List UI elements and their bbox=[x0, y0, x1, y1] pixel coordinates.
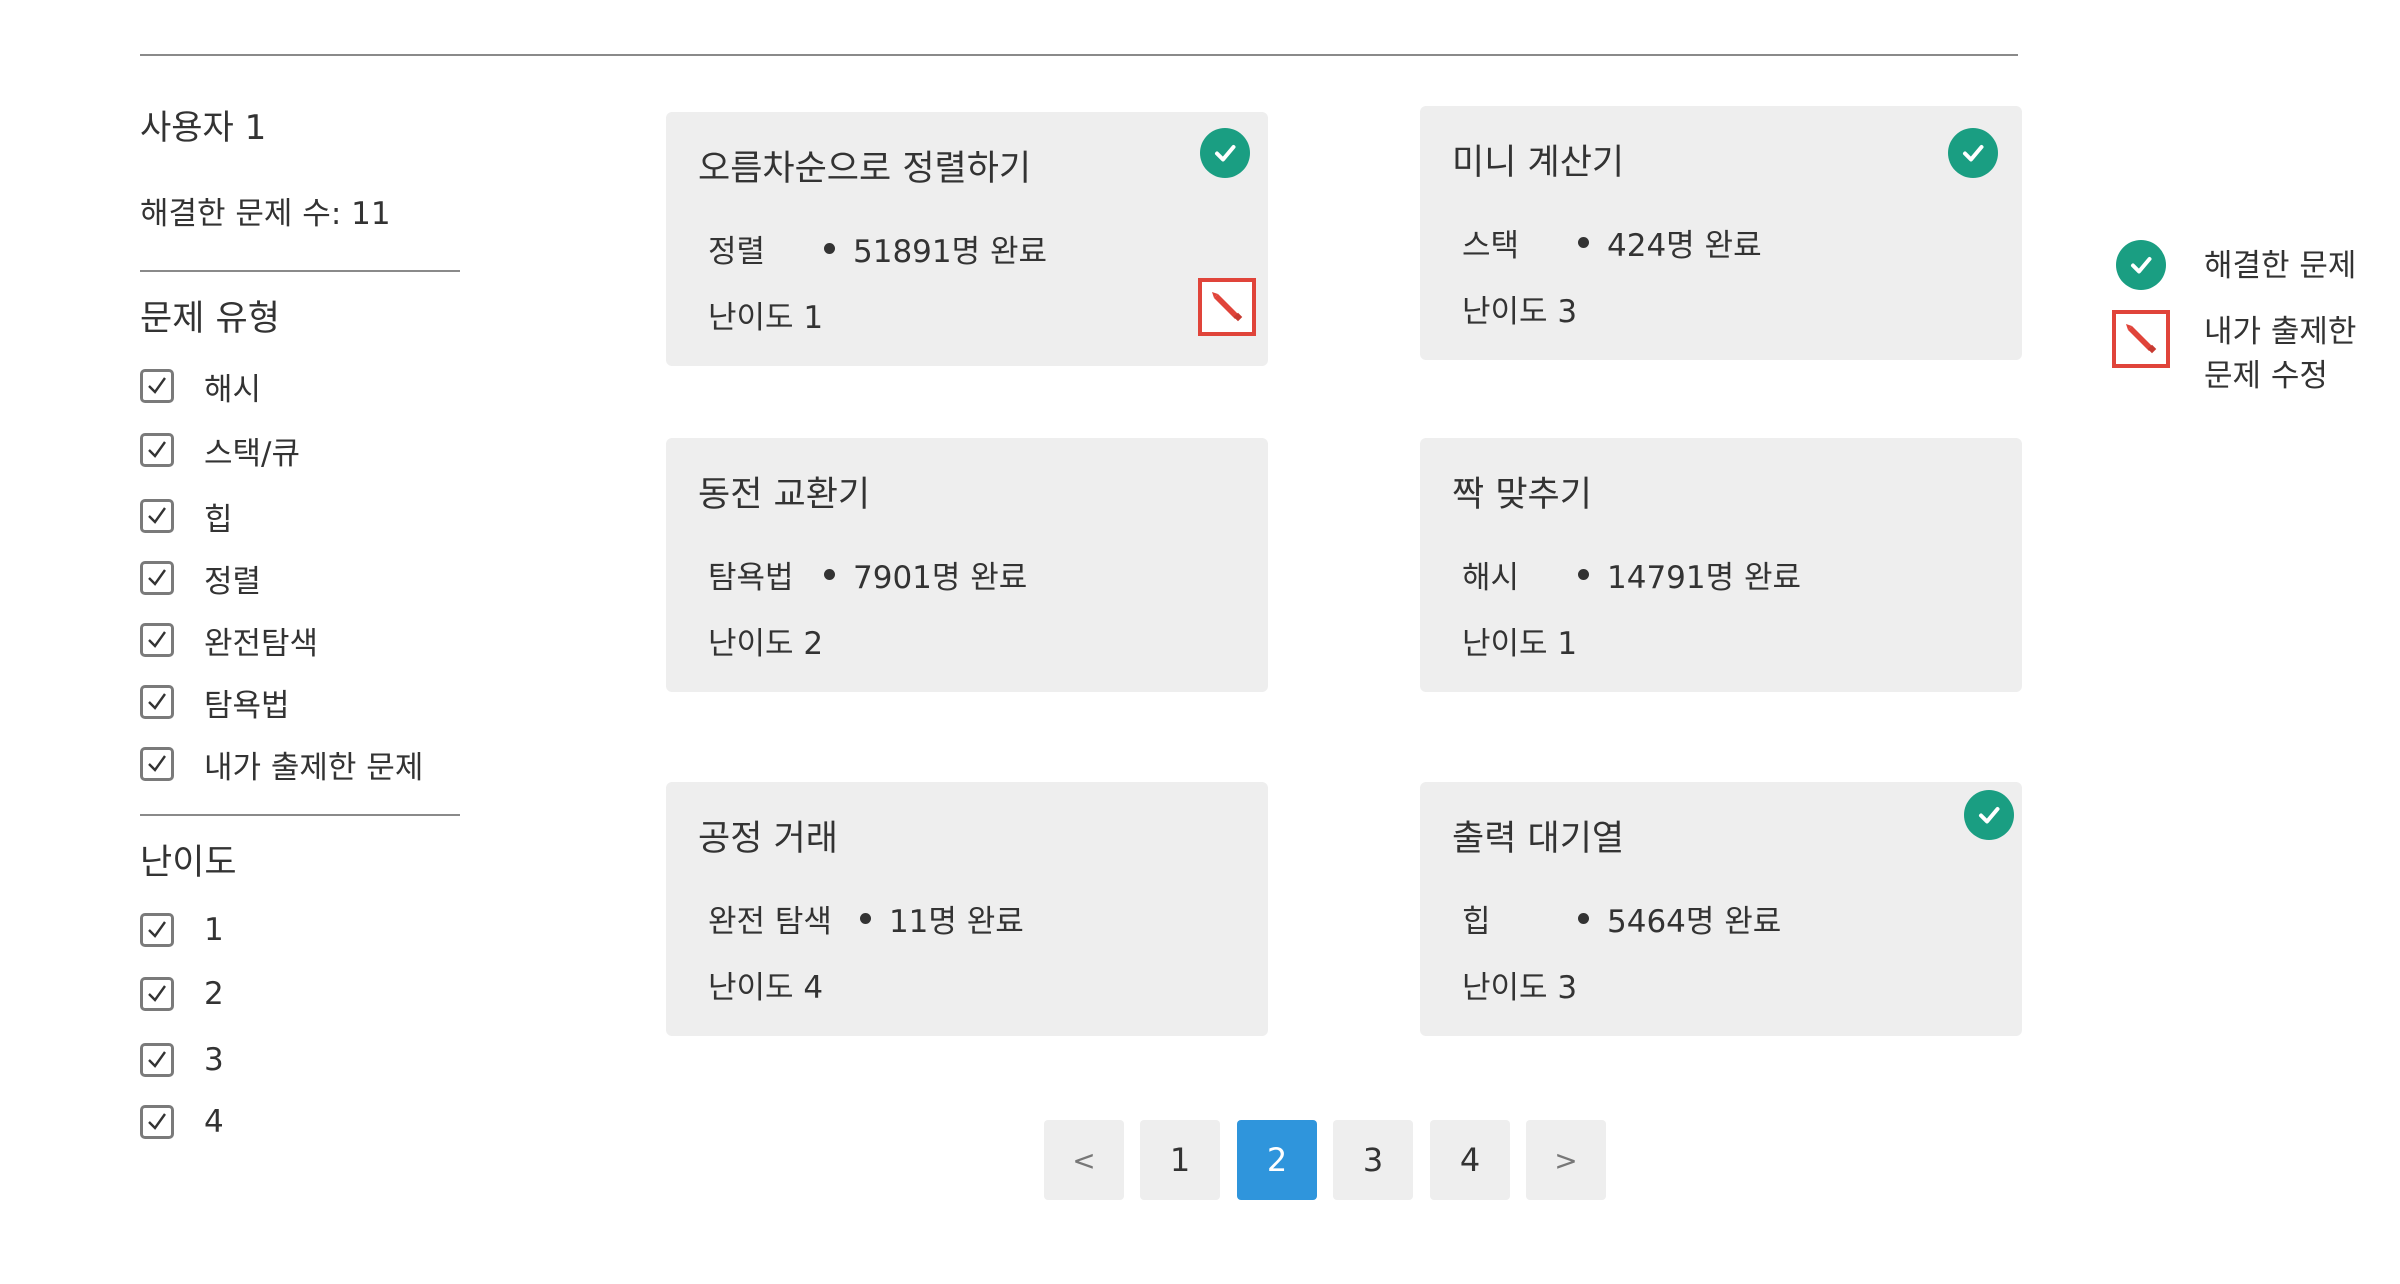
problem-type: 탐욕법 bbox=[708, 560, 794, 596]
checkbox-checked-icon[interactable] bbox=[140, 369, 174, 403]
completed-count: 424명 완료 bbox=[1607, 228, 1762, 264]
problem-type-title: 문제 유형 bbox=[140, 299, 280, 339]
filter-type-my-problems[interactable]: 내가 출제한 문제 bbox=[140, 744, 424, 786]
problem-type: 스택 bbox=[1462, 228, 1520, 264]
checkbox-checked-icon[interactable] bbox=[140, 1105, 174, 1139]
checkbox-checked-icon[interactable] bbox=[140, 499, 174, 533]
filter-type-brute-force[interactable]: 완전탐색 bbox=[140, 620, 319, 662]
filter-label: 스택/큐 bbox=[204, 435, 301, 472]
problem-card[interactable]: 공정 거래 완전 탐색 11명 완료 난이도 4 bbox=[666, 782, 1268, 1036]
problem-type: 힙 bbox=[1462, 904, 1491, 940]
problem-type: 정렬 bbox=[708, 234, 766, 270]
problem-card[interactable]: 짝 맞추기 해시 14791명 완료 난이도 1 bbox=[1420, 438, 2022, 692]
check-circle-icon bbox=[1948, 128, 1998, 178]
filter-label: 정렬 bbox=[204, 563, 262, 600]
problem-meta: 정렬 51891명 완료 bbox=[708, 226, 1047, 271]
level-title: 난이도 bbox=[140, 843, 237, 883]
pencil-icon bbox=[2112, 310, 2170, 368]
filter-label: 3 bbox=[204, 1042, 224, 1078]
checkbox-checked-icon[interactable] bbox=[140, 685, 174, 719]
checkbox-checked-icon[interactable] bbox=[140, 1043, 174, 1077]
legend-solved-label: 해결한 문제 bbox=[2204, 248, 2357, 284]
bullet-dot bbox=[859, 913, 871, 924]
problem-title: 짝 맞추기 bbox=[1452, 475, 1592, 515]
problem-level: 난이도 1 bbox=[708, 300, 824, 336]
problem-card[interactable]: 미니 계산기 스택 424명 완료 난이도 3 bbox=[1420, 106, 2022, 360]
problem-level: 난이도 4 bbox=[708, 970, 824, 1006]
problem-meta: 스택 424명 완료 bbox=[1462, 220, 1762, 265]
page-button-4[interactable]: 4 bbox=[1430, 1120, 1510, 1200]
page-button-3[interactable]: 3 bbox=[1333, 1120, 1413, 1200]
problem-level: 난이도 3 bbox=[1462, 294, 1578, 330]
filter-type-hash[interactable]: 해시 bbox=[140, 366, 262, 408]
filter-label: 해시 bbox=[204, 371, 262, 408]
problem-card[interactable]: 오름차순으로 정렬하기 정렬 51891명 완료 난이도 1 bbox=[666, 112, 1268, 366]
checkbox-checked-icon[interactable] bbox=[140, 747, 174, 781]
bullet-dot bbox=[824, 569, 835, 580]
check-circle-icon bbox=[1200, 128, 1250, 178]
solved-count: 해결한 문제 수: 11 bbox=[140, 196, 391, 232]
problem-title: 미니 계산기 bbox=[1452, 143, 1625, 183]
filter-label: 힙 bbox=[204, 501, 233, 538]
problem-card[interactable]: 동전 교환기 탐욕법 7901명 완료 난이도 2 bbox=[666, 438, 1268, 692]
problem-level: 난이도 2 bbox=[708, 626, 824, 662]
problem-meta: 해시 14791명 완료 bbox=[1462, 552, 1801, 597]
problem-meta: 힙 5464명 완료 bbox=[1462, 896, 1781, 941]
problem-type: 완전 탐색 bbox=[708, 904, 832, 940]
bullet-dot bbox=[1578, 237, 1589, 248]
completed-count: 14791명 완료 bbox=[1607, 560, 1802, 596]
filter-type-greedy[interactable]: 탐욕법 bbox=[140, 682, 290, 724]
problem-card[interactable]: 출력 대기열 힙 5464명 완료 난이도 3 bbox=[1420, 782, 2022, 1036]
problem-title: 공정 거래 bbox=[698, 819, 838, 859]
filter-label: 1 bbox=[204, 912, 224, 948]
user-name: 사용자 1 bbox=[140, 108, 267, 148]
problem-level: 난이도 1 bbox=[1462, 626, 1578, 662]
checkbox-checked-icon[interactable] bbox=[140, 623, 174, 657]
filter-level-4[interactable]: 4 bbox=[140, 1102, 224, 1142]
completed-count: 7901명 완료 bbox=[853, 560, 1028, 596]
filter-level-3[interactable]: 3 bbox=[140, 1040, 224, 1080]
checkbox-checked-icon[interactable] bbox=[140, 977, 174, 1011]
bullet-dot bbox=[1578, 913, 1589, 924]
legend-edit-label-line2: 문제 수정 bbox=[2204, 358, 2328, 394]
sidebar-divider bbox=[140, 270, 460, 272]
filter-label: 2 bbox=[204, 976, 224, 1012]
problem-level: 난이도 3 bbox=[1462, 970, 1578, 1006]
filter-label: 탐욕법 bbox=[204, 687, 290, 724]
problem-meta: 완전 탐색 11명 완료 bbox=[708, 896, 1024, 941]
bullet-dot bbox=[1578, 569, 1589, 580]
completed-count: 5464명 완료 bbox=[1607, 904, 1782, 940]
completed-count: 11명 완료 bbox=[888, 904, 1024, 940]
checkbox-checked-icon[interactable] bbox=[140, 433, 174, 467]
filter-level-2[interactable]: 2 bbox=[140, 974, 224, 1014]
filter-level-1[interactable]: 1 bbox=[140, 910, 224, 950]
legend-edit-label-line1: 내가 출제한 bbox=[2204, 314, 2357, 350]
next-page-button[interactable]: > bbox=[1526, 1120, 1606, 1200]
top-divider bbox=[140, 54, 2018, 56]
filter-label: 완전탐색 bbox=[204, 625, 319, 662]
problem-title: 출력 대기열 bbox=[1452, 819, 1625, 859]
problem-title: 동전 교환기 bbox=[698, 475, 871, 515]
problem-meta: 탐욕법 7901명 완료 bbox=[708, 552, 1027, 597]
check-circle-icon bbox=[2116, 240, 2166, 290]
sidebar-divider bbox=[140, 814, 460, 816]
filter-label: 4 bbox=[204, 1104, 224, 1140]
page-button-2-current[interactable]: 2 bbox=[1237, 1120, 1317, 1200]
filter-type-stack-queue[interactable]: 스택/큐 bbox=[140, 430, 301, 472]
page-button-1[interactable]: 1 bbox=[1140, 1120, 1220, 1200]
problem-type: 해시 bbox=[1462, 560, 1520, 596]
filter-type-sort[interactable]: 정렬 bbox=[140, 558, 262, 600]
pencil-icon[interactable] bbox=[1198, 278, 1256, 336]
bullet-dot bbox=[824, 243, 835, 254]
completed-count: 51891명 완료 bbox=[853, 234, 1048, 270]
prev-page-button[interactable]: < bbox=[1044, 1120, 1124, 1200]
checkbox-checked-icon[interactable] bbox=[140, 561, 174, 595]
checkbox-checked-icon[interactable] bbox=[140, 913, 174, 947]
check-circle-icon bbox=[1964, 790, 2014, 840]
filter-label: 내가 출제한 문제 bbox=[204, 749, 424, 786]
filter-type-heap[interactable]: 힙 bbox=[140, 496, 233, 538]
problem-title: 오름차순으로 정렬하기 bbox=[698, 149, 1032, 189]
